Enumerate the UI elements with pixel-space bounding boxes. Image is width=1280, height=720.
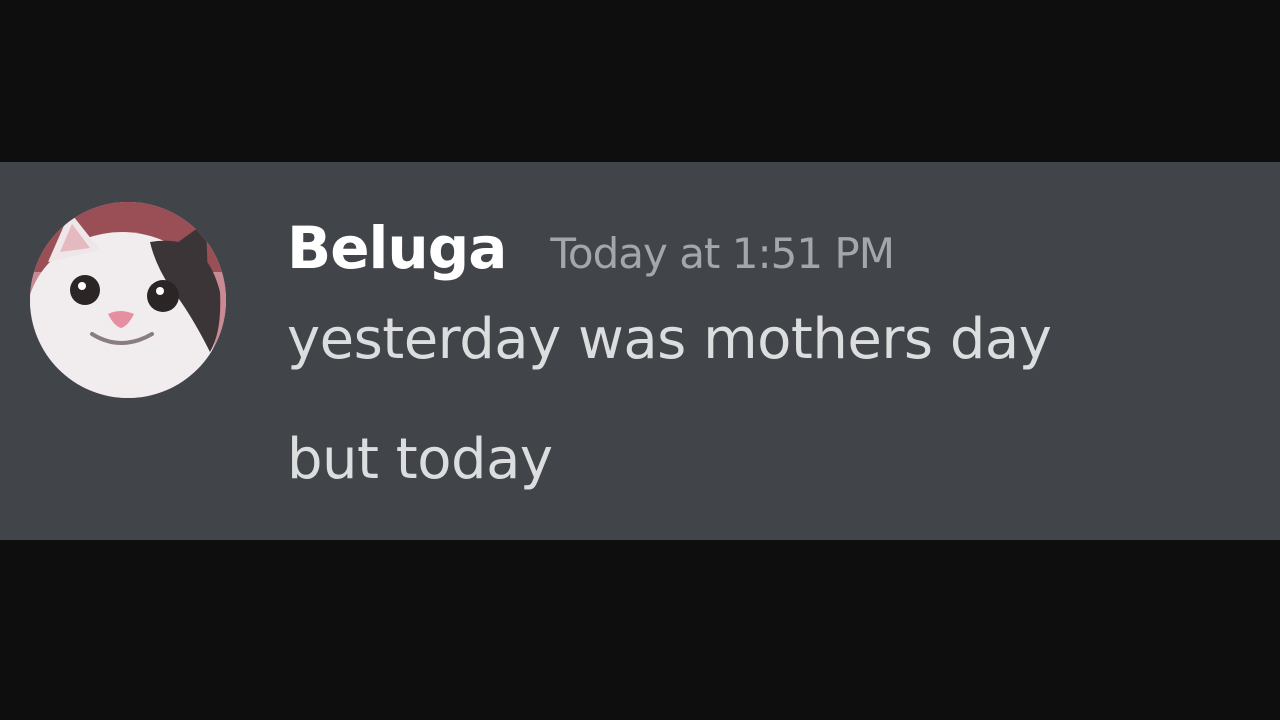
message-header: Beluga Today at 1:51 PM [287,214,1247,282]
timestamp: Today at 1:51 PM [550,229,895,278]
letterbox-top [0,0,1280,162]
message-body: Beluga Today at 1:51 PM yesterday was mo… [287,214,1247,490]
video-frame: Beluga Today at 1:51 PM yesterday was mo… [0,0,1280,720]
cat-avatar-icon[interactable] [30,202,226,398]
username[interactable]: Beluga [287,214,507,282]
letterbox-bottom [0,540,1280,720]
message-content-line-2: but today [287,427,553,492]
message-content-line-1: yesterday was mothers day [287,307,1052,372]
